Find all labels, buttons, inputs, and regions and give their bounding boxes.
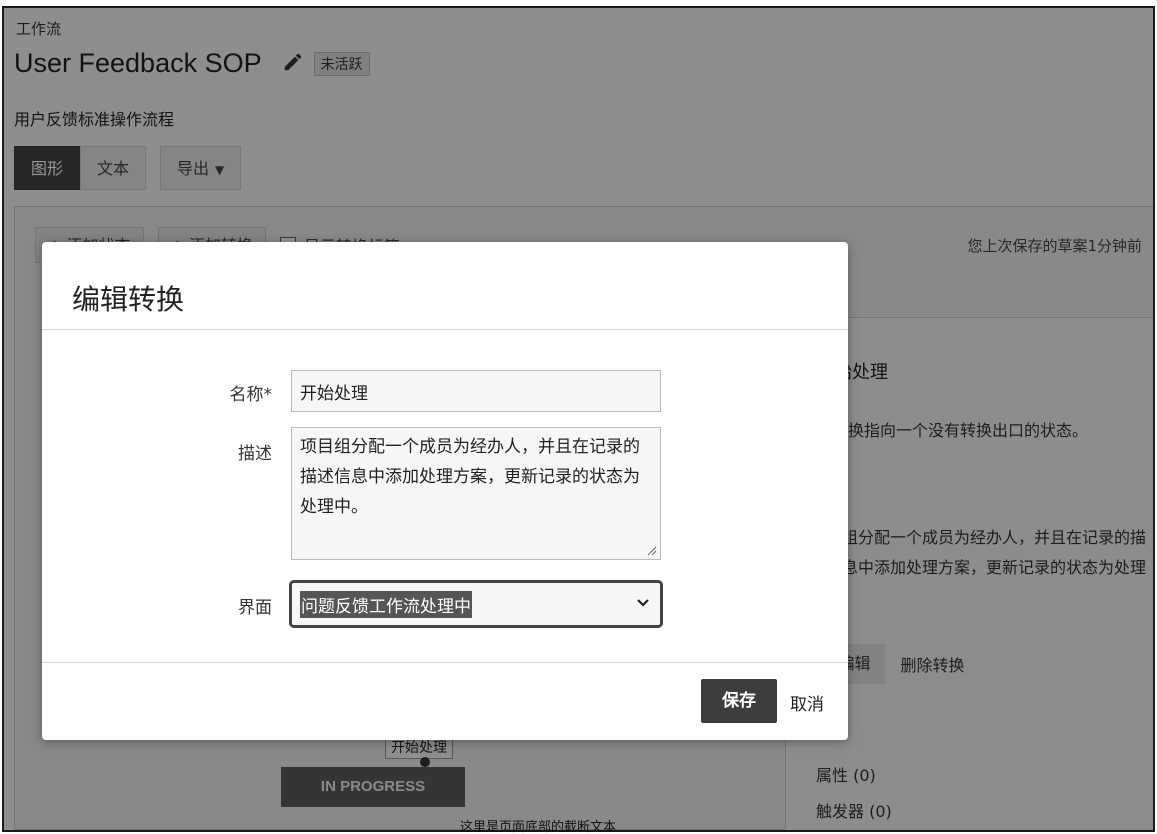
dialog-body: 名称* 开始处理 描述 项目组分配一个成员为经办人，并且在记录的描述信息中添加处… xyxy=(42,330,848,662)
footer-caption: 这里是页面底部的截断文本 xyxy=(460,820,617,834)
description-textarea[interactable]: 项目组分配一个成员为经办人，并且在记录的描述信息中添加处理方案，更新记录的状态为… xyxy=(291,427,661,560)
name-label: 名称* xyxy=(229,385,273,405)
resize-grip-icon[interactable] xyxy=(647,546,657,556)
edit-transition-dialog: 编辑转换 名称* 开始处理 描述 项目组分配一个成员为经办人，并且在记录的描述信… xyxy=(42,242,848,740)
dialog-footer: 保存 取消 xyxy=(42,662,848,740)
save-button[interactable]: 保存 xyxy=(701,679,777,723)
cancel-button[interactable]: 取消 xyxy=(790,690,824,715)
description-label: 描述 xyxy=(238,444,272,464)
screen-label: 界面 xyxy=(238,598,272,618)
chevron-down-icon xyxy=(637,599,649,607)
app-window: 工作流 User Feedback SOP 未活跃 用户反馈标准操作流程 图形 … xyxy=(2,6,1155,832)
screen-select[interactable]: 问题反馈工作流处理中 xyxy=(289,580,663,628)
description-text: 项目组分配一个成员为经办人，并且在记录的描述信息中添加处理方案，更新记录的状态为… xyxy=(300,437,640,517)
dialog-title: 编辑转换 xyxy=(72,283,185,316)
dialog-header: 编辑转换 xyxy=(42,242,848,330)
screen-select-value: 问题反馈工作流处理中 xyxy=(300,590,472,618)
name-input[interactable]: 开始处理 xyxy=(291,370,661,412)
